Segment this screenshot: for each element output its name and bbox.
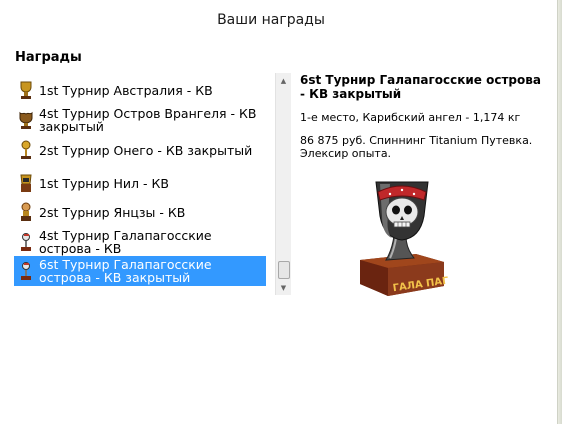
awards-section-title: Награды [15,50,82,65]
trophy-icon [17,201,35,223]
list-scrollbar[interactable]: ▲ ▼ [275,73,291,295]
list-item-award[interactable]: 1st Турнир Австралия - КВ [14,75,266,105]
trophy-icon [17,139,35,161]
list-item-award[interactable]: 1st Турнир Нил - КВ [14,168,266,198]
list-item-award-selected[interactable]: 6st Турнир Галапагосские острова - КВ за… [14,256,266,286]
list-item-label: 1st Турнир Нил - КВ [39,175,169,191]
award-prize-info: 86 875 руб. Спиннинг Titanium Путевка. Э… [300,134,533,160]
award-detail-panel: 6st Турнир Галапагосские острова - КВ за… [300,73,545,170]
list-item-label: 6st Турнир Галапагосские острова - КВ за… [39,257,212,285]
trophy-icon [17,172,35,194]
trophy-icon [17,260,35,282]
award-place-info: 1-е место, Карибский ангел - 1,174 кг [300,111,521,124]
list-item-award[interactable]: 4st Турнир Галапагосские острова - КВ [14,227,266,257]
list-item-award[interactable]: 4st Турнир Остров Врангеля - КВ закрытый [14,105,266,135]
trophy-icon [17,79,35,101]
list-item-award[interactable]: 2st Турнир Онего - КВ закрытый [14,135,266,165]
list-item-award[interactable]: 2st Турнир Янцзы - КВ [14,197,266,227]
trophy-icon [17,109,35,131]
scrollbar-thumb[interactable] [278,261,290,279]
dialog-title: Ваши награды [217,12,325,28]
list-item-label: 2st Турнир Янцзы - КВ [39,204,186,220]
list-item-label: 4st Турнир Галапагосские острова - КВ [39,228,212,256]
list-item-label: 2st Турнир Онего - КВ закрытый [39,142,253,158]
trophy-icon [17,231,35,253]
award-detail-title: 6st Турнир Галапагосские острова - КВ за… [300,73,541,101]
pirate-skull-trophy-icon: ГАЛА ПАГОСЫ [360,181,448,296]
awards-window: Ваши награды Награды 1st Турнир Австрали… [0,0,562,424]
list-item-label: 1st Турнир Австралия - КВ [39,82,213,98]
awards-list[interactable]: 1st Турнир Австралия - КВ 4st Турнир Ост… [14,73,290,295]
list-item-label: 4st Турнир Остров Врангеля - КВ закрытый [39,106,257,134]
window-right-border [557,0,562,424]
scroll-up-arrow-icon[interactable]: ▲ [276,73,291,88]
scroll-down-arrow-icon[interactable]: ▼ [276,280,291,295]
